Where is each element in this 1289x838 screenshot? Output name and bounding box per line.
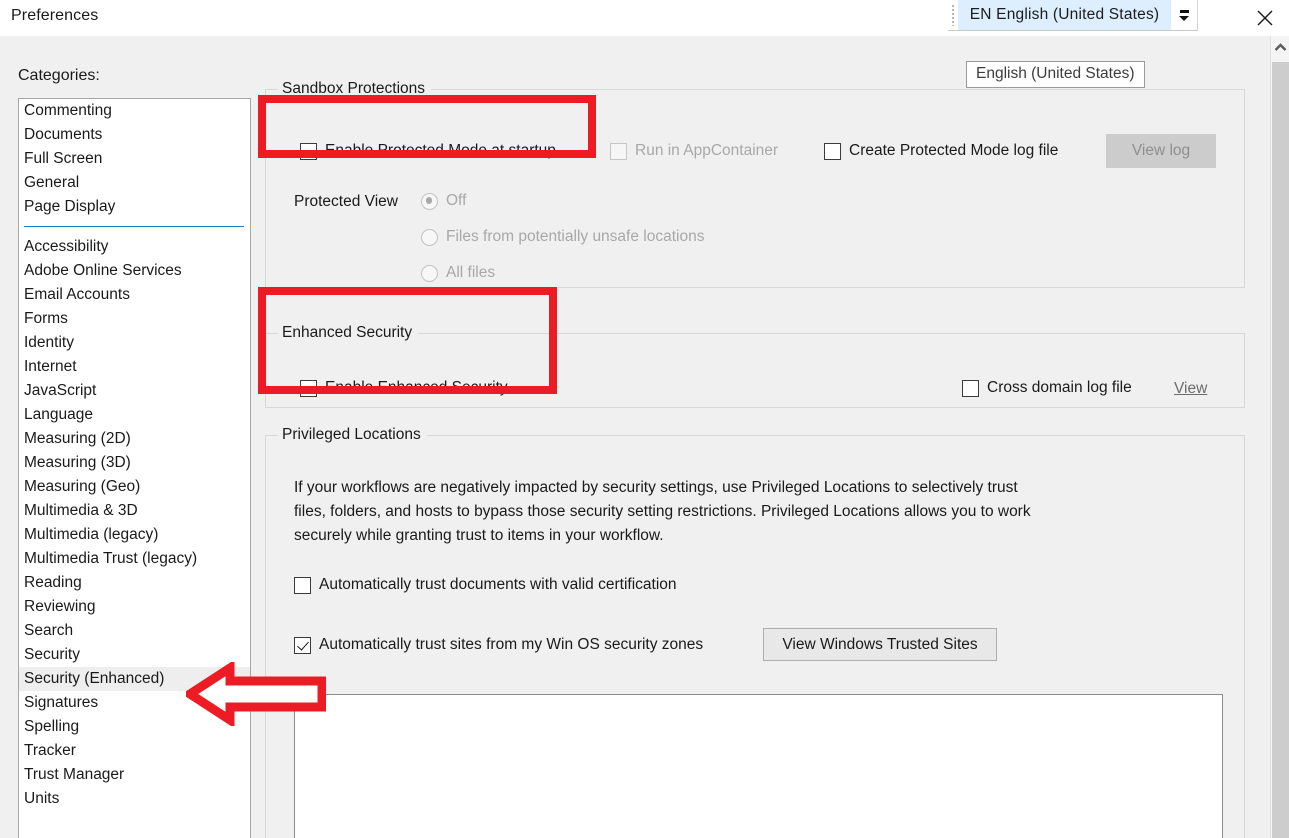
sidebar-item-language[interactable]: Language bbox=[19, 403, 250, 427]
checkbox-box-icon bbox=[300, 142, 317, 160]
sidebar-item-search[interactable]: Search bbox=[19, 619, 250, 643]
sidebar-item-multimedia-legacy[interactable]: Multimedia (legacy) bbox=[19, 523, 250, 547]
checkbox-box-icon bbox=[962, 379, 979, 397]
protected-view-option-off-label: Off bbox=[446, 192, 467, 209]
protected-view-option-unsafe-locations: Files from potentially unsafe locations bbox=[421, 228, 704, 246]
sidebar-item-multimedia-3d[interactable]: Multimedia & 3D bbox=[19, 499, 250, 523]
trust-documents-checkbox[interactable]: Automatically trust documents with valid… bbox=[294, 576, 677, 594]
enable-protected-mode-checkbox[interactable]: Enable Protected Mode at startup bbox=[300, 142, 556, 160]
sidebar-item-measuring-3d[interactable]: Measuring (3D) bbox=[19, 451, 250, 475]
categories-list[interactable]: Commenting Documents Full Screen General Pag… bbox=[18, 98, 251, 838]
sidebar-item-email-accounts[interactable]: Email Accounts bbox=[19, 283, 250, 307]
view-windows-trusted-sites-button[interactable]: View Windows Trusted Sites bbox=[763, 628, 997, 661]
sidebar-item-measuring-geo[interactable]: Measuring (Geo) bbox=[19, 475, 250, 499]
window-title: Preferences bbox=[11, 7, 99, 24]
trust-documents-label: Automatically trust documents with valid… bbox=[319, 576, 677, 593]
protected-view-option-unsafe-locations-label: Files from potentially unsafe locations bbox=[446, 228, 705, 245]
language-tooltip: English (United States) bbox=[966, 61, 1145, 88]
radio-circle-icon bbox=[421, 228, 438, 246]
ime-language-label[interactable]: EN English (United States) bbox=[958, 0, 1171, 30]
protected-view-option-off: Off bbox=[421, 192, 466, 210]
checkbox-box-icon bbox=[824, 142, 841, 160]
checkbox-box-icon bbox=[610, 142, 627, 160]
checkbox-box-icon bbox=[300, 379, 317, 397]
vertical-scrollbar[interactable] bbox=[1270, 36, 1289, 838]
sidebar-item-measuring-2d[interactable]: Measuring (2D) bbox=[19, 427, 250, 451]
preferences-body: Categories: Commenting Documents Full Scre… bbox=[0, 36, 1289, 838]
sidebar-item-reviewing[interactable]: Reviewing bbox=[19, 595, 250, 619]
ime-options-button[interactable] bbox=[1171, 0, 1197, 30]
sidebar-item-units[interactable]: Units bbox=[19, 787, 250, 811]
sidebar-item-full-screen[interactable]: Full Screen bbox=[19, 147, 250, 171]
enhanced-security-legend: Enhanced Security bbox=[282, 324, 413, 341]
sidebar-item-security-enhanced[interactable]: Security (Enhanced) bbox=[19, 667, 250, 691]
settings-panel: Sandbox Protections Enable Protected Mod… bbox=[265, 58, 1255, 838]
sidebar-item-multimedia-trust-legacy[interactable]: Multimedia Trust (legacy) bbox=[19, 547, 250, 571]
sidebar-item-commenting[interactable]: Commenting bbox=[19, 99, 250, 123]
scrollbar-thumb[interactable] bbox=[1272, 62, 1289, 838]
cross-domain-log-file-label: Cross domain log file bbox=[987, 379, 1132, 396]
categories-group-secondary: Accessibility Adobe Online Services Email … bbox=[19, 235, 250, 811]
enable-enhanced-security-checkbox[interactable]: Enable Enhanced Security bbox=[300, 379, 508, 397]
create-protected-mode-log-checkbox[interactable]: Create Protected Mode log file bbox=[824, 142, 1058, 160]
sidebar-item-javascript[interactable]: JavaScript bbox=[19, 379, 250, 403]
protected-view-option-all-files-label: All files bbox=[446, 264, 496, 281]
chevron-up-icon bbox=[1274, 42, 1286, 51]
scroll-up-button[interactable] bbox=[1271, 36, 1289, 58]
sandbox-protections-group: Sandbox Protections Enable Protected Mod… bbox=[265, 80, 1245, 288]
ime-language-bar[interactable]: EN English (United States) bbox=[948, 0, 1198, 31]
trust-sites-checkbox[interactable]: Automatically trust sites from my Win OS… bbox=[294, 636, 703, 654]
enable-enhanced-security-label: Enable Enhanced Security bbox=[325, 379, 508, 396]
sidebar-item-general[interactable]: General bbox=[19, 171, 250, 195]
create-protected-mode-log-label: Create Protected Mode log file bbox=[849, 142, 1059, 159]
sidebar-item-signatures[interactable]: Signatures bbox=[19, 691, 250, 715]
radio-circle-icon bbox=[421, 192, 438, 210]
privileged-locations-group: Privileged Locations If your workflows a… bbox=[265, 426, 1245, 838]
sidebar-item-documents[interactable]: Documents bbox=[19, 123, 250, 147]
privileged-locations-legend: Privileged Locations bbox=[282, 426, 421, 443]
sidebar-item-reading[interactable]: Reading bbox=[19, 571, 250, 595]
categories-group-primary: Commenting Documents Full Screen General Pag… bbox=[19, 99, 250, 219]
sidebar-item-adobe-online-services[interactable]: Adobe Online Services bbox=[19, 259, 250, 283]
protected-view-option-all-files: All files bbox=[421, 264, 495, 282]
sidebar-item-trust-manager[interactable]: Trust Manager bbox=[19, 763, 250, 787]
sidebar-item-forms[interactable]: Forms bbox=[19, 307, 250, 331]
checkbox-box-icon bbox=[294, 576, 311, 594]
sidebar-item-identity[interactable]: Identity bbox=[19, 331, 250, 355]
trust-sites-label: Automatically trust sites from my Win OS… bbox=[319, 636, 704, 653]
close-icon bbox=[1257, 10, 1273, 26]
sidebar-item-page-display[interactable]: Page Display bbox=[19, 195, 250, 219]
sidebar-item-spelling[interactable]: Spelling bbox=[19, 715, 250, 739]
preferences-window: Preferences EN English (United States) C… bbox=[0, 0, 1289, 838]
checkbox-box-icon bbox=[294, 636, 311, 654]
sidebar-item-internet[interactable]: Internet bbox=[19, 355, 250, 379]
run-in-appcontainer-checkbox: Run in AppContainer bbox=[610, 142, 778, 160]
ime-drag-grip-icon[interactable] bbox=[948, 0, 958, 30]
radio-circle-icon bbox=[421, 264, 438, 282]
cross-domain-log-file-checkbox[interactable]: Cross domain log file bbox=[962, 379, 1132, 397]
sandbox-protections-legend: Sandbox Protections bbox=[282, 80, 426, 97]
privileged-locations-description: If your workflows are negatively impacte… bbox=[294, 479, 1031, 544]
sidebar-item-security[interactable]: Security bbox=[19, 643, 250, 667]
view-log-button: View log bbox=[1106, 134, 1216, 168]
categories-separator bbox=[24, 226, 244, 227]
enhanced-security-group: Enhanced Security Enable Enhanced Securi… bbox=[265, 324, 1245, 408]
protected-view-label: Protected View bbox=[294, 193, 398, 210]
run-in-appcontainer-label: Run in AppContainer bbox=[635, 142, 779, 159]
view-cross-domain-log-link[interactable]: View bbox=[1174, 380, 1207, 398]
sidebar-item-tracker[interactable]: Tracker bbox=[19, 739, 250, 763]
privileged-locations-list[interactable] bbox=[294, 694, 1223, 838]
sidebar-item-accessibility[interactable]: Accessibility bbox=[19, 235, 250, 259]
categories-label: Categories: bbox=[18, 67, 100, 84]
chevron-down-icon bbox=[1179, 15, 1189, 21]
close-button[interactable] bbox=[1241, 0, 1289, 36]
minimize-dash-icon bbox=[1179, 9, 1189, 13]
enable-protected-mode-label: Enable Protected Mode at startup bbox=[325, 142, 556, 159]
